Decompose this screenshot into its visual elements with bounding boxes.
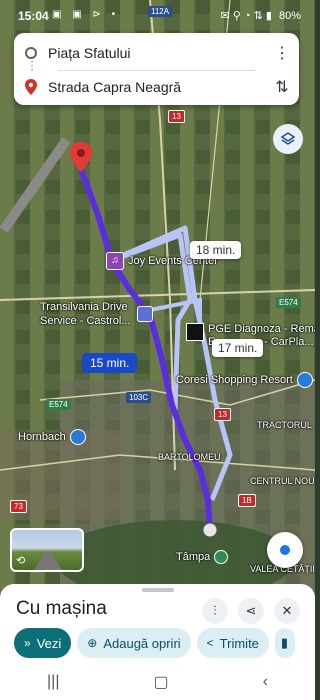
origin-circle-icon xyxy=(14,47,48,59)
place-tampa[interactable]: Tâmpa xyxy=(176,550,229,564)
close-icon: ✕ xyxy=(281,603,293,618)
shopping-bag-icon xyxy=(69,429,86,445)
add-stops-label: Adaugă opriri xyxy=(103,635,181,651)
sheet-title: Cu mașina xyxy=(16,598,107,619)
area-tractorul: TRACTORUL xyxy=(257,420,312,430)
place-pge-tail: - CarPla... xyxy=(264,336,314,348)
car-service-icon xyxy=(137,306,153,322)
road-shield-e574: E574 xyxy=(276,297,301,308)
layers-icon xyxy=(280,132,296,145)
tune-icon: ⫶ xyxy=(213,603,217,618)
place-coresi[interactable]: Coresi Shopping Resort xyxy=(176,372,313,388)
venue-icon: ♫ xyxy=(106,252,124,270)
place-transilvania-drive[interactable]: Transilvania Drive Service - Castrol... xyxy=(40,300,130,328)
action-row: » Vezi ⊕ Adaugă opriri < Trimite ▮ xyxy=(14,628,295,660)
road-shield-13-south: 13 xyxy=(214,408,231,421)
layers-button[interactable] xyxy=(273,124,303,154)
route-options-button[interactable]: ⫶ xyxy=(202,598,228,624)
home-icon[interactable]: ▢ xyxy=(153,672,168,692)
location-pin-icon xyxy=(14,79,48,95)
system-icons: ✉ ⚲ ◔ ⇅ ▮ xyxy=(220,10,272,22)
status-bar: 15:04 ▣ ▣ ⊳ • ✉ ⚲ ◔ ⇅ ▮ 80% xyxy=(0,0,315,30)
business-logo-icon xyxy=(186,323,204,341)
area-centrul-nou: CENTRUL NOU xyxy=(250,476,315,486)
send-icon: < xyxy=(206,636,214,650)
origin-field[interactable]: Piața Sfatului xyxy=(48,45,265,61)
road-shield-13: 13 xyxy=(168,110,185,123)
close-button[interactable]: ✕ xyxy=(274,598,300,624)
alt-route-time-1[interactable]: 18 min. xyxy=(190,241,242,259)
street-view-icon: ⟲ xyxy=(16,555,26,567)
shopping-icon xyxy=(296,372,313,388)
bookmark-icon: ▮ xyxy=(280,635,289,650)
alt-route-time-2[interactable]: 17 min. xyxy=(212,339,264,357)
road-shield-73: 73 xyxy=(10,500,27,513)
road-shield-e574-west: E574 xyxy=(46,399,71,410)
street-view-thumbnail[interactable]: ⟲ xyxy=(10,528,84,572)
battery-level: 80% xyxy=(278,10,301,22)
swap-icon[interactable]: ⇅ xyxy=(265,77,299,97)
notification-icons: ▣ ▣ ⊳ • xyxy=(52,9,120,20)
road-shield-1b: 1B xyxy=(238,494,256,507)
system-nav-bar: ||| ▢ ‹ xyxy=(0,664,315,700)
status-right: ✉ ⚲ ◔ ⇅ ▮ 80% xyxy=(220,9,301,22)
back-icon[interactable]: ‹ xyxy=(263,673,268,691)
more-vert-icon[interactable]: ⋮ xyxy=(265,43,299,63)
share-button[interactable]: ⋖ xyxy=(238,598,264,624)
street-road xyxy=(34,552,62,570)
recent-apps-icon[interactable]: ||| xyxy=(47,673,59,691)
destination-field[interactable]: Strada Capra Neagră xyxy=(48,79,265,95)
send-label: Trimite xyxy=(219,635,259,651)
road-shield-103c: 103C xyxy=(126,392,152,403)
status-time: 15:04 xyxy=(18,9,49,23)
more-actions-button[interactable]: ▮ xyxy=(274,628,295,658)
add-stops-button[interactable]: ⊕ Adaugă opriri xyxy=(77,628,191,658)
area-bartolomeu: BARTOLOMEU xyxy=(158,452,221,462)
mountain-icon xyxy=(214,550,229,564)
share-icon: ⋖ xyxy=(245,603,257,618)
my-location-icon xyxy=(280,545,290,555)
add-stop-icon: ⊕ xyxy=(87,636,98,650)
bottom-sheet: Cu mașina ⫶ ⋖ ✕ » Vezi ⊕ Adaugă opriri <… xyxy=(0,584,315,664)
destination-row[interactable]: Strada Capra Neagră ⇅ xyxy=(14,71,299,103)
my-location-button[interactable] xyxy=(267,532,303,568)
send-button[interactable]: < Trimite xyxy=(196,628,269,658)
origin-row[interactable]: Piața Sfatului ⋮ xyxy=(14,37,299,69)
primary-route-time[interactable]: 15 min. xyxy=(82,353,138,373)
preview-label: Vezi xyxy=(36,635,62,651)
place-hornbach[interactable]: Hornbach xyxy=(18,429,86,445)
directions-card: Piața Sfatului ⋮ • • • Strada Capra Neagră… xyxy=(14,33,299,105)
destination-pin-icon[interactable] xyxy=(70,142,92,172)
chevrons-icon: » xyxy=(24,636,31,650)
sheet-handle[interactable] xyxy=(142,588,174,592)
preview-button[interactable]: » Vezi xyxy=(14,628,72,658)
